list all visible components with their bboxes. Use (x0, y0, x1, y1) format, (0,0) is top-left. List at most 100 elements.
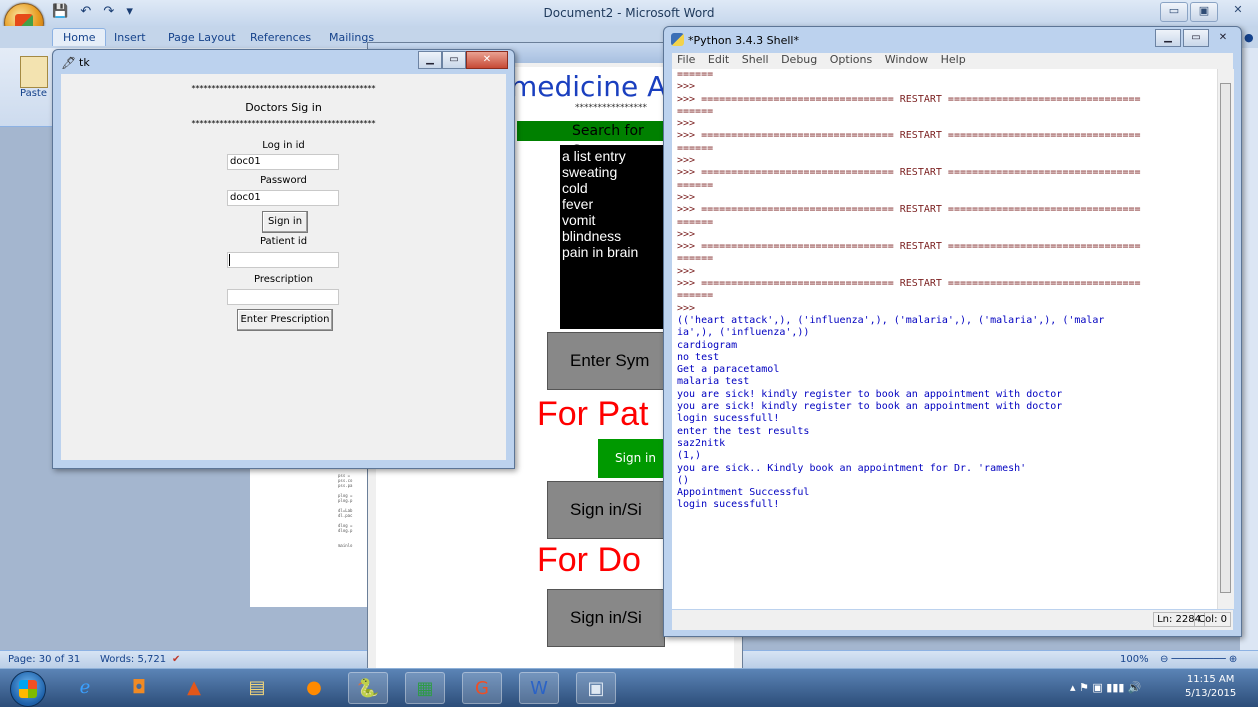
scrollbar-thumb[interactable] (1220, 83, 1231, 593)
column-number: Col: 0 (1194, 612, 1231, 627)
windows-logo-icon (19, 680, 37, 698)
tab-page-layout[interactable]: Page Layout (168, 31, 236, 44)
close-icon[interactable]: ✕ (466, 51, 508, 69)
python-shell-window: *Python 3.4.3 Shell* ▁ ▭ ✕ File Edit Shell… (663, 26, 1242, 637)
doctor-signup-button[interactable]: Sign in/Si (547, 589, 665, 647)
maximize-icon[interactable]: ▣ (1190, 2, 1218, 22)
login-id-input[interactable]: doc01 (227, 154, 339, 170)
maximize-icon[interactable]: ▭ (442, 51, 466, 69)
help-icon[interactable]: ● (1244, 31, 1254, 44)
symptom-item[interactable]: blindness (562, 228, 665, 244)
password-input[interactable]: doc01 (227, 190, 339, 206)
tab-insert[interactable]: Insert (114, 31, 146, 44)
proofing-icon[interactable]: ✔ (172, 654, 180, 665)
shell-line: >>> ================================ RES… (677, 278, 1141, 290)
close-icon[interactable]: ✕ (1211, 30, 1235, 46)
python-menubar: File Edit Shell Debug Options Window Hel… (672, 53, 1233, 69)
python-icon (671, 33, 684, 46)
tk-feather-icon: 🖋 (61, 56, 77, 70)
symptom-item[interactable]: pain in brain (562, 244, 665, 260)
patient-id-input[interactable] (227, 252, 339, 268)
search-bar[interactable]: Search for Sy (517, 121, 665, 159)
shell-line: >>> (677, 118, 696, 130)
menu-shell[interactable]: Shell (742, 53, 769, 66)
shell-output[interactable]: ====== >>> >>> ===========================… (672, 69, 1217, 609)
tab-home[interactable]: Home (52, 28, 107, 46)
python-title: *Python 3.4.3 Shell* (688, 34, 799, 47)
shell-line: >>> (677, 265, 696, 277)
shell-line: ====== (677, 105, 714, 117)
excel-icon[interactable]: ▦ (405, 672, 445, 704)
menu-edit[interactable]: Edit (708, 53, 729, 66)
tab-references[interactable]: References (250, 31, 311, 44)
ie-icon[interactable]: ℯ (65, 672, 105, 704)
shell-line: login sucessfull! (677, 499, 780, 511)
symptom-item[interactable]: fever (562, 196, 665, 212)
shell-line: ia',), ('influenza',)) (677, 327, 810, 339)
zoom-level[interactable]: 100% (1120, 654, 1149, 665)
symptom-item[interactable]: vomit (562, 212, 665, 228)
clock-time: 11:15 AM (1186, 674, 1235, 685)
word-icon[interactable]: W (519, 672, 559, 704)
menu-options[interactable]: Options (830, 53, 872, 66)
firefox-icon[interactable]: ● (294, 672, 334, 704)
patient-sign-in-button[interactable]: Sign in (598, 439, 665, 478)
menu-window[interactable]: Window (885, 53, 928, 66)
paste-label[interactable]: Paste (20, 88, 47, 99)
symptom-list[interactable]: a list entry sweating cold fever vomit b… (560, 145, 665, 329)
shell-line: >>> (677, 81, 696, 93)
start-button[interactable] (10, 671, 46, 707)
shell-line: no test (677, 351, 720, 363)
shell-line: saz2nitk (677, 437, 726, 449)
system-tray[interactable]: ▴ ⚑ ▣ ▮▮▮ 🔊 (1070, 681, 1142, 694)
close-icon[interactable]: ✕ (1225, 2, 1251, 20)
shell-line: ====== (677, 179, 714, 191)
shell-scrollbar[interactable] (1217, 69, 1234, 609)
page-code-snippet: pas.mepss =pss.copss.paplog =plog.pdl=La… (338, 463, 353, 548)
shell-line: >>> (677, 302, 696, 314)
enter-prescription-button[interactable]: Enter Prescription (237, 309, 333, 331)
menu-debug[interactable]: Debug (781, 53, 817, 66)
symptom-item[interactable]: cold (562, 180, 665, 196)
shell-line: login sucessfull! (677, 413, 780, 425)
menu-file[interactable]: File (677, 53, 695, 66)
shell-text[interactable]: ====== >>> >>> ===========================… (672, 69, 1217, 512)
tk-titlebar[interactable]: 🖋 tk ▁ ▭ ✕ (53, 50, 514, 74)
zoom-slider[interactable]: ⊖ ───────── ⊕ (1160, 654, 1237, 665)
word-count[interactable]: Words: 5,721 (100, 654, 166, 665)
for-patient-heading: For Pat (537, 395, 649, 433)
prescription-input[interactable] (227, 289, 339, 305)
shell-line: you are sick! kindly register to book an… (677, 401, 1063, 413)
quick-access-toolbar[interactable]: 💾 ↶ ↷ ▾ (52, 4, 137, 19)
vertical-scrollbar[interactable] (1240, 48, 1258, 650)
shell-line: ====== (677, 142, 714, 154)
explorer-icon[interactable]: ▤ (237, 672, 277, 704)
menu-help[interactable]: Help (941, 53, 966, 66)
taskbar: ℯ ◘ ▲ ▤ ● 🐍 ▦ G W ▣ ▴ ⚑ ▣ ▮▮▮ 🔊 11:15 AM… (0, 668, 1258, 707)
minimize-icon[interactable]: ▭ (1160, 2, 1188, 22)
maximize-icon[interactable]: ▭ (1183, 29, 1209, 47)
outlook-icon[interactable]: ◘ (119, 672, 159, 704)
password-label: Password (260, 175, 307, 186)
page-count[interactable]: Page: 30 of 31 (8, 654, 80, 665)
minimize-icon[interactable]: ▁ (418, 51, 442, 69)
enter-symptoms-button[interactable]: Enter Sym (547, 332, 665, 390)
pdf-icon[interactable]: G (462, 672, 502, 704)
shell-line: ====== (677, 290, 714, 302)
sign-in-button[interactable]: Sign in (262, 211, 308, 233)
app-stars: **************** (575, 103, 647, 113)
shell-line: >>> ================================ RES… (677, 93, 1141, 105)
stars-bottom: ****************************************… (191, 119, 376, 128)
minimize-icon[interactable]: ▁ (1155, 29, 1181, 47)
window-icon[interactable]: ▣ (576, 672, 616, 704)
symptom-item[interactable]: sweating (562, 164, 665, 180)
clock[interactable]: 11:15 AM 5/13/2015 (1185, 673, 1236, 701)
python-taskbar-icon[interactable]: 🐍 (348, 672, 388, 704)
shell-line: ====== (677, 69, 714, 80)
matlab-icon[interactable]: ▲ (174, 672, 214, 704)
shell-line: (('heart attack',), ('influenza',), ('ma… (677, 314, 1105, 326)
paste-icon[interactable] (20, 56, 48, 88)
shell-line: malaria test (677, 376, 750, 388)
symptom-item[interactable]: a list entry (562, 148, 665, 164)
patient-signup-button[interactable]: Sign in/Si (547, 481, 665, 539)
